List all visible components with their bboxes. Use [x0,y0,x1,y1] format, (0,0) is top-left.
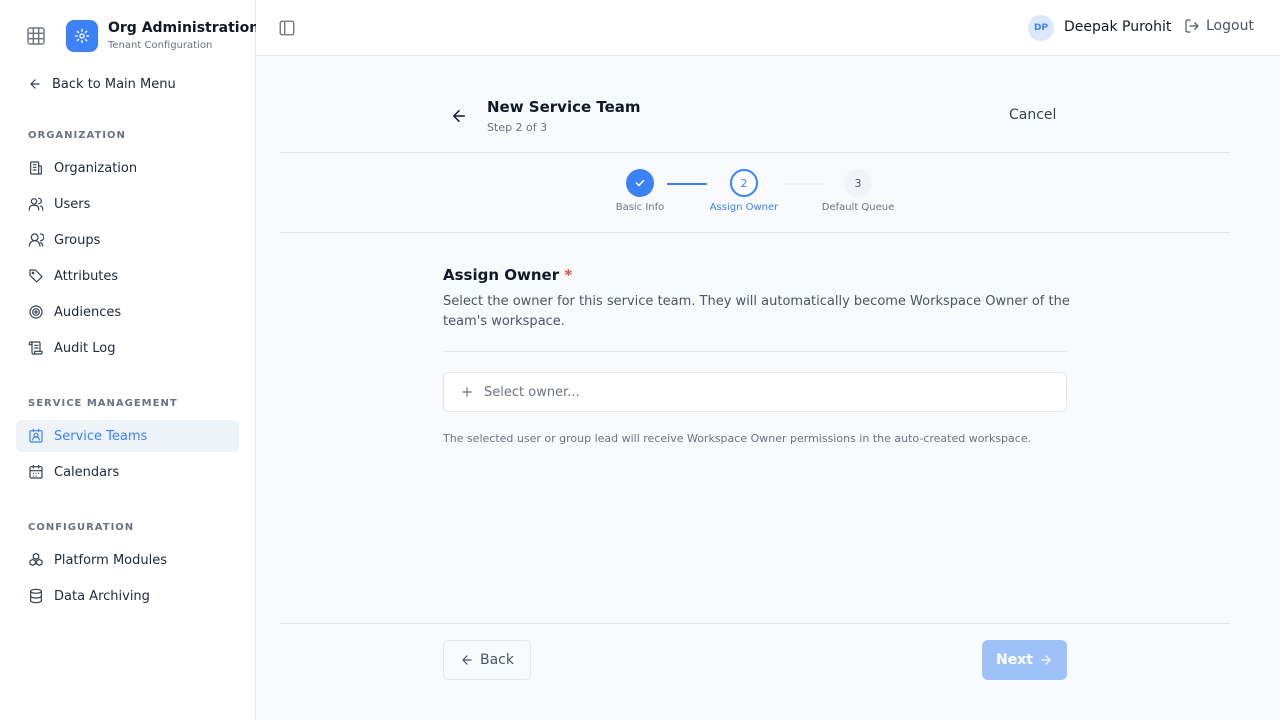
next-button[interactable]: Next [982,640,1067,680]
app-grid-icon[interactable] [26,26,46,46]
plus-icon [462,387,472,397]
back-button-label: Back [480,652,514,668]
building-icon [30,161,42,175]
users-icon [28,197,44,211]
sidebar-item-label: Platform Modules [54,552,168,568]
main-content: New Service Team Step 2 of 3 Cancel 2 3 … [256,56,1280,720]
stepper-divider [280,232,1230,233]
step-1-complete-check-icon [626,169,654,197]
step-connector-complete [667,183,707,185]
avatar[interactable]: DP [1028,15,1054,41]
footer-divider [280,623,1230,624]
app-subtitle: Tenant Configuration [108,40,213,51]
owner-select[interactable]: Select owner... [443,372,1067,412]
back-button[interactable]: Back [443,640,531,680]
app-title: Org Administration [108,20,260,36]
section-label-organization: ORGANIZATION [28,130,126,141]
logout-icon [1185,19,1199,33]
section-label-service-management: SERVICE MANAGEMENT [28,398,178,409]
back-to-main-menu-link[interactable]: Back to Main Menu [28,74,176,94]
sidebar-item-groups[interactable]: Groups [16,224,239,256]
assign-owner-description: Select the owner for this service team. … [443,294,1070,329]
step-2-label: Assign Owner [709,202,779,213]
sidebar-item-audiences[interactable]: Audiences [16,296,239,328]
header-divider [280,152,1230,153]
top-bar: DP Deepak Purohit Logout [256,0,1280,56]
arrow-left-icon [30,79,40,89]
sidebar-item-calendars[interactable]: Calendars [16,456,239,488]
sidebar-item-data-archiving[interactable]: Data Archiving [16,580,239,612]
sidebar-item-label: Organization [54,160,138,176]
sidebar-item-label: Audiences [54,304,122,320]
scroll-icon [28,341,43,355]
calendar-icon [29,464,43,479]
boxes-icon [29,552,43,566]
back-arrow-icon[interactable] [450,107,468,125]
next-button-label: Next [996,652,1033,668]
database-icon [30,588,42,604]
sidebar-item-label: Audit Log [54,340,116,356]
sidebar-item-platform-modules[interactable]: Platform Modules [16,544,239,576]
sidebar-item-users[interactable]: Users [16,188,239,220]
assign-owner-title: Assign Owner [443,266,560,284]
step-connector-upcoming [784,183,824,185]
tag-icon [29,269,43,283]
step-3-label: Default Queue [821,202,895,213]
sidebar-item-service-teams[interactable]: Service Teams [16,420,239,452]
user-name[interactable]: Deepak Purohit [1064,19,1171,35]
contact-icon [29,428,43,443]
step-2-circle: 2 [730,169,758,197]
sidebar-item-label: Data Archiving [54,588,150,604]
sidebar-item-label: Attributes [54,268,119,284]
logout-button[interactable]: Logout [1184,18,1254,34]
logout-label: Logout [1206,18,1254,34]
sidebar-item-organization[interactable]: Organization [16,152,239,184]
arrow-left-icon [462,655,472,665]
settings-logo-icon [66,20,98,52]
sidebar-item-label: Calendars [54,464,120,480]
assign-owner-heading: Assign Owner * [443,266,572,284]
sidebar-item-label: Users [54,196,91,212]
step-indicator-text: Step 2 of 3 [487,121,548,134]
section-label-configuration: CONFIGURATION [28,522,135,533]
step-3-circle: 3 [844,169,872,197]
cancel-button[interactable]: Cancel [1009,107,1056,123]
back-to-main-menu-label: Back to Main Menu [52,76,176,92]
sidebar-item-label: Service Teams [54,428,148,444]
form-divider [443,351,1067,352]
owner-help-text: The selected user or group lead will rec… [443,432,1032,445]
sidebar-item-audit-log[interactable]: Audit Log [16,332,239,364]
page-title: New Service Team [487,98,641,116]
arrow-right-icon [1041,655,1051,665]
brand-header: Org Administration Tenant Configuration [0,0,260,72]
required-marker: * [564,266,573,284]
sidebar-toggle-icon[interactable] [278,19,296,37]
sidebar-item-attributes[interactable]: Attributes [16,260,239,292]
sidebar-item-label: Groups [54,232,101,248]
sidebar: Org Administration Tenant Configuration … [0,0,260,720]
target-icon [29,305,43,319]
step-1-label: Basic Info [615,202,665,213]
group-icon [28,233,44,247]
owner-select-placeholder: Select owner... [484,384,580,400]
